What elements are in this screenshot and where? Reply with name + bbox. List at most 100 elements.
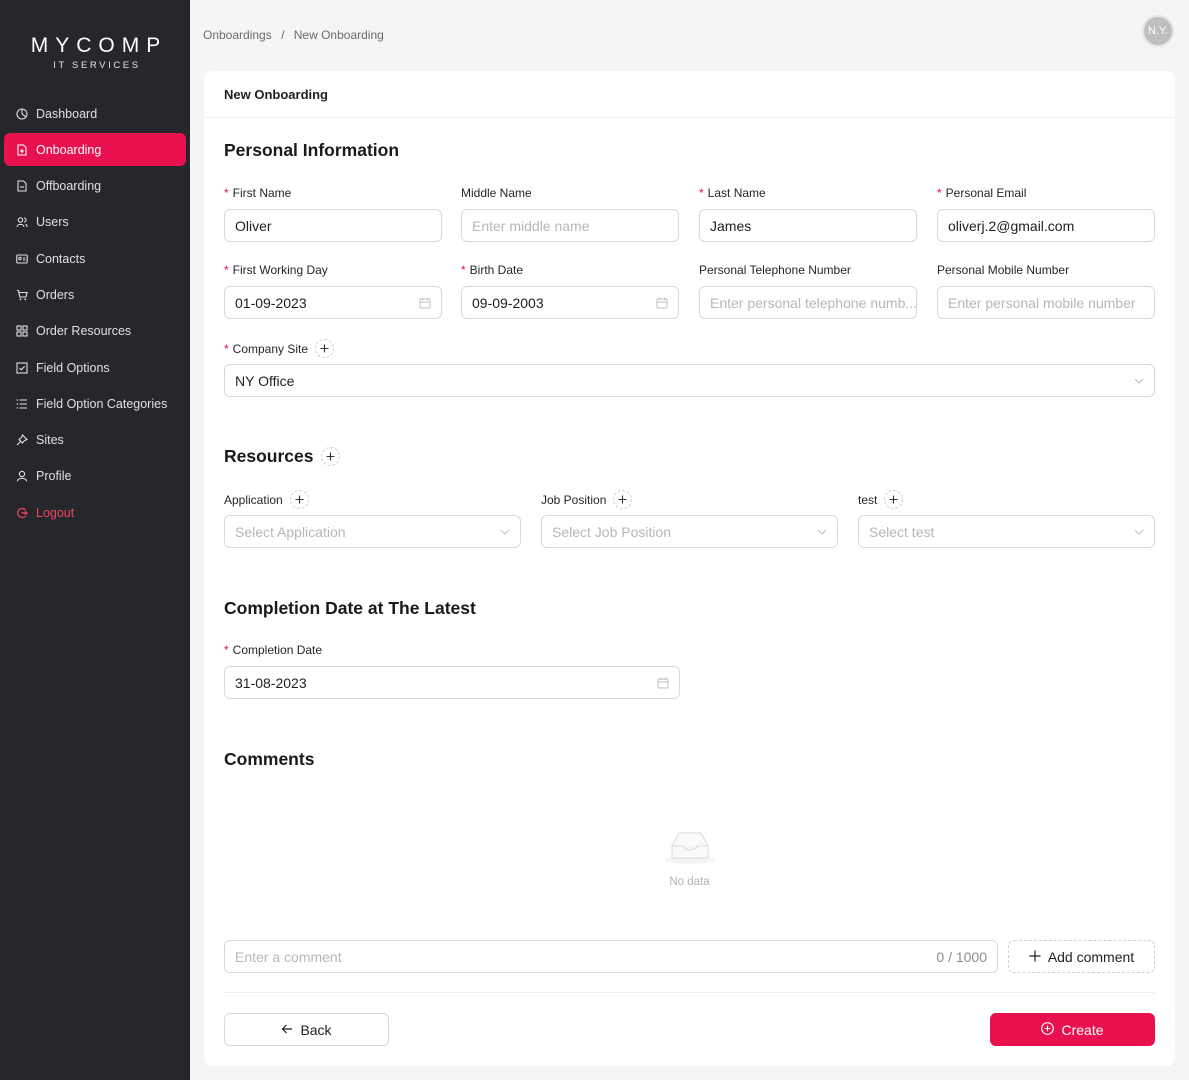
inbox-icon (204, 831, 1175, 870)
comment-input[interactable]: Enter a comment 0 / 1000 (224, 940, 998, 973)
plus-icon (1029, 949, 1048, 965)
sidebar-item-field-option-categories[interactable]: Field Option Categories (4, 387, 186, 420)
sidebar-menu: Dashboard Onboarding Offboarding Users C… (0, 97, 190, 533)
sidebar-item-orders[interactable]: Orders (4, 278, 186, 311)
sidebar-item-label: Orders (36, 287, 75, 302)
empty-state: No data (204, 831, 1175, 888)
sidebar-item-users[interactable]: Users (4, 206, 186, 239)
apps-icon (16, 325, 28, 337)
add-resource-button[interactable] (320, 447, 340, 466)
logo-text: MYCOMP (30, 34, 168, 57)
personal-email-label: * Personal Email (937, 186, 1027, 200)
application-select[interactable]: Select Application (224, 515, 521, 548)
sidebar-item-field-options[interactable]: Field Options (4, 351, 186, 384)
comment-placeholder: Enter a comment (235, 948, 342, 965)
section-title-personal: Personal Information (224, 140, 400, 160)
job-position-select[interactable]: Select Job Position (541, 515, 838, 548)
company-site-label: * Company Site (224, 339, 335, 358)
add-company-site-button[interactable] (315, 339, 335, 358)
add-test-button[interactable] (884, 490, 904, 509)
sidebar: MYCOMP IT SERVICES Dashboard Onboarding … (0, 0, 190, 1080)
test-placeholder: Select test (869, 523, 935, 540)
telephone-label: Personal Telephone Number (699, 263, 851, 277)
cart-icon (16, 289, 28, 301)
middle-name-input[interactable]: Enter middle name (461, 209, 679, 242)
test-select[interactable]: Select test (858, 515, 1155, 548)
sidebar-item-label: Field Option Categories (36, 396, 168, 411)
sidebar-item-sites[interactable]: Sites (4, 424, 186, 457)
sidebar-item-dashboard[interactable]: Dashboard (4, 97, 186, 130)
middle-name-label: Middle Name (461, 186, 532, 200)
card-title: New Onboarding (204, 71, 1175, 118)
sidebar-item-logout[interactable]: Logout (4, 496, 186, 529)
last-name-input[interactable]: James (699, 209, 917, 242)
first-working-day-value: 01-09-2023 (235, 294, 307, 311)
last-name-label: * Last Name (699, 186, 766, 200)
add-application-button[interactable] (289, 490, 309, 509)
application-label: Application (224, 490, 309, 509)
sidebar-item-label: Contacts (36, 251, 86, 266)
breadcrumb: Onboardings / New Onboarding (203, 28, 390, 42)
empty-text: No data (669, 876, 710, 888)
birth-date-value: 09-09-2003 (472, 294, 544, 311)
mobile-input[interactable]: Enter personal mobile number (937, 286, 1155, 319)
completion-date-label: * Completion Date (224, 643, 323, 657)
chevron-down-icon (1134, 378, 1144, 384)
sidebar-item-profile[interactable]: Profile (4, 460, 186, 493)
contacts-icon (16, 253, 28, 265)
calendar-icon (419, 297, 431, 309)
sidebar-item-contacts[interactable]: Contacts (4, 242, 186, 275)
avatar[interactable]: N.Y. (1142, 15, 1174, 47)
sidebar-item-label: Sites (36, 433, 64, 448)
telephone-input[interactable]: Enter personal telephone numb... (699, 286, 917, 319)
sidebar-item-label: Dashboard (36, 106, 98, 121)
onboarding-form-card: New Onboarding Personal Information * Fir… (204, 71, 1175, 1066)
completion-date-picker[interactable]: 31-08-2023 (224, 666, 680, 699)
personal-email-input[interactable]: oliverj.2@gmail.com (937, 209, 1155, 242)
breadcrumb-current: New Onboarding (293, 28, 384, 42)
birth-date-picker[interactable]: 09-09-2003 (461, 286, 679, 319)
sidebar-item-onboarding[interactable]: Onboarding (4, 133, 186, 167)
sidebar-item-label: Logout (36, 505, 75, 520)
sidebar-item-label: Profile (36, 469, 72, 484)
add-job-position-button[interactable] (613, 490, 633, 509)
breadcrumb-parent[interactable]: Onboardings (203, 28, 272, 42)
user-icon (16, 470, 28, 482)
section-title-completion: Completion Date at The Latest (224, 598, 476, 618)
sidebar-item-order-resources[interactable]: Order Resources (4, 315, 186, 348)
file-add-icon (16, 144, 28, 156)
section-title-comments: Comments (224, 749, 315, 769)
first-name-input[interactable]: Oliver (224, 209, 442, 242)
application-placeholder: Select Application (235, 523, 346, 540)
job-position-placeholder: Select Job Position (552, 523, 672, 540)
first-working-day-label: * First Working Day (224, 263, 328, 277)
birth-date-label: * Birth Date (461, 263, 524, 277)
plus-circle-icon (1041, 1021, 1061, 1038)
company-site-select[interactable]: NY Office (224, 364, 1155, 397)
checkbox-icon (16, 362, 28, 374)
test-label: test (858, 490, 904, 509)
back-button[interactable]: Back (224, 1013, 389, 1046)
logo-subtitle: IT SERVICES (53, 60, 141, 71)
add-comment-button[interactable]: Add comment (1008, 940, 1155, 973)
chevron-down-icon (500, 529, 510, 535)
footer-divider (224, 992, 1155, 993)
calendar-icon (656, 297, 668, 309)
job-position-label: Job Position (541, 490, 633, 509)
company-logo: MYCOMP IT SERVICES (0, 34, 190, 71)
create-button[interactable]: Create (990, 1013, 1155, 1046)
arrow-left-icon (281, 1022, 300, 1038)
first-working-day-picker[interactable]: 01-09-2023 (224, 286, 442, 319)
back-label: Back (300, 1021, 332, 1038)
sidebar-item-label: Onboarding (36, 142, 102, 157)
company-site-value: NY Office (235, 372, 295, 389)
section-title-resources: Resources (224, 446, 340, 467)
add-comment-label: Add comment (1047, 948, 1135, 965)
sidebar-item-label: Offboarding (36, 179, 102, 194)
mobile-label: Personal Mobile Number (937, 263, 1070, 277)
logout-icon (16, 507, 28, 519)
calendar-icon (657, 677, 669, 689)
first-name-label: * First Name (224, 186, 292, 200)
users-icon (16, 216, 28, 228)
sidebar-item-offboarding[interactable]: Offboarding (4, 170, 186, 203)
